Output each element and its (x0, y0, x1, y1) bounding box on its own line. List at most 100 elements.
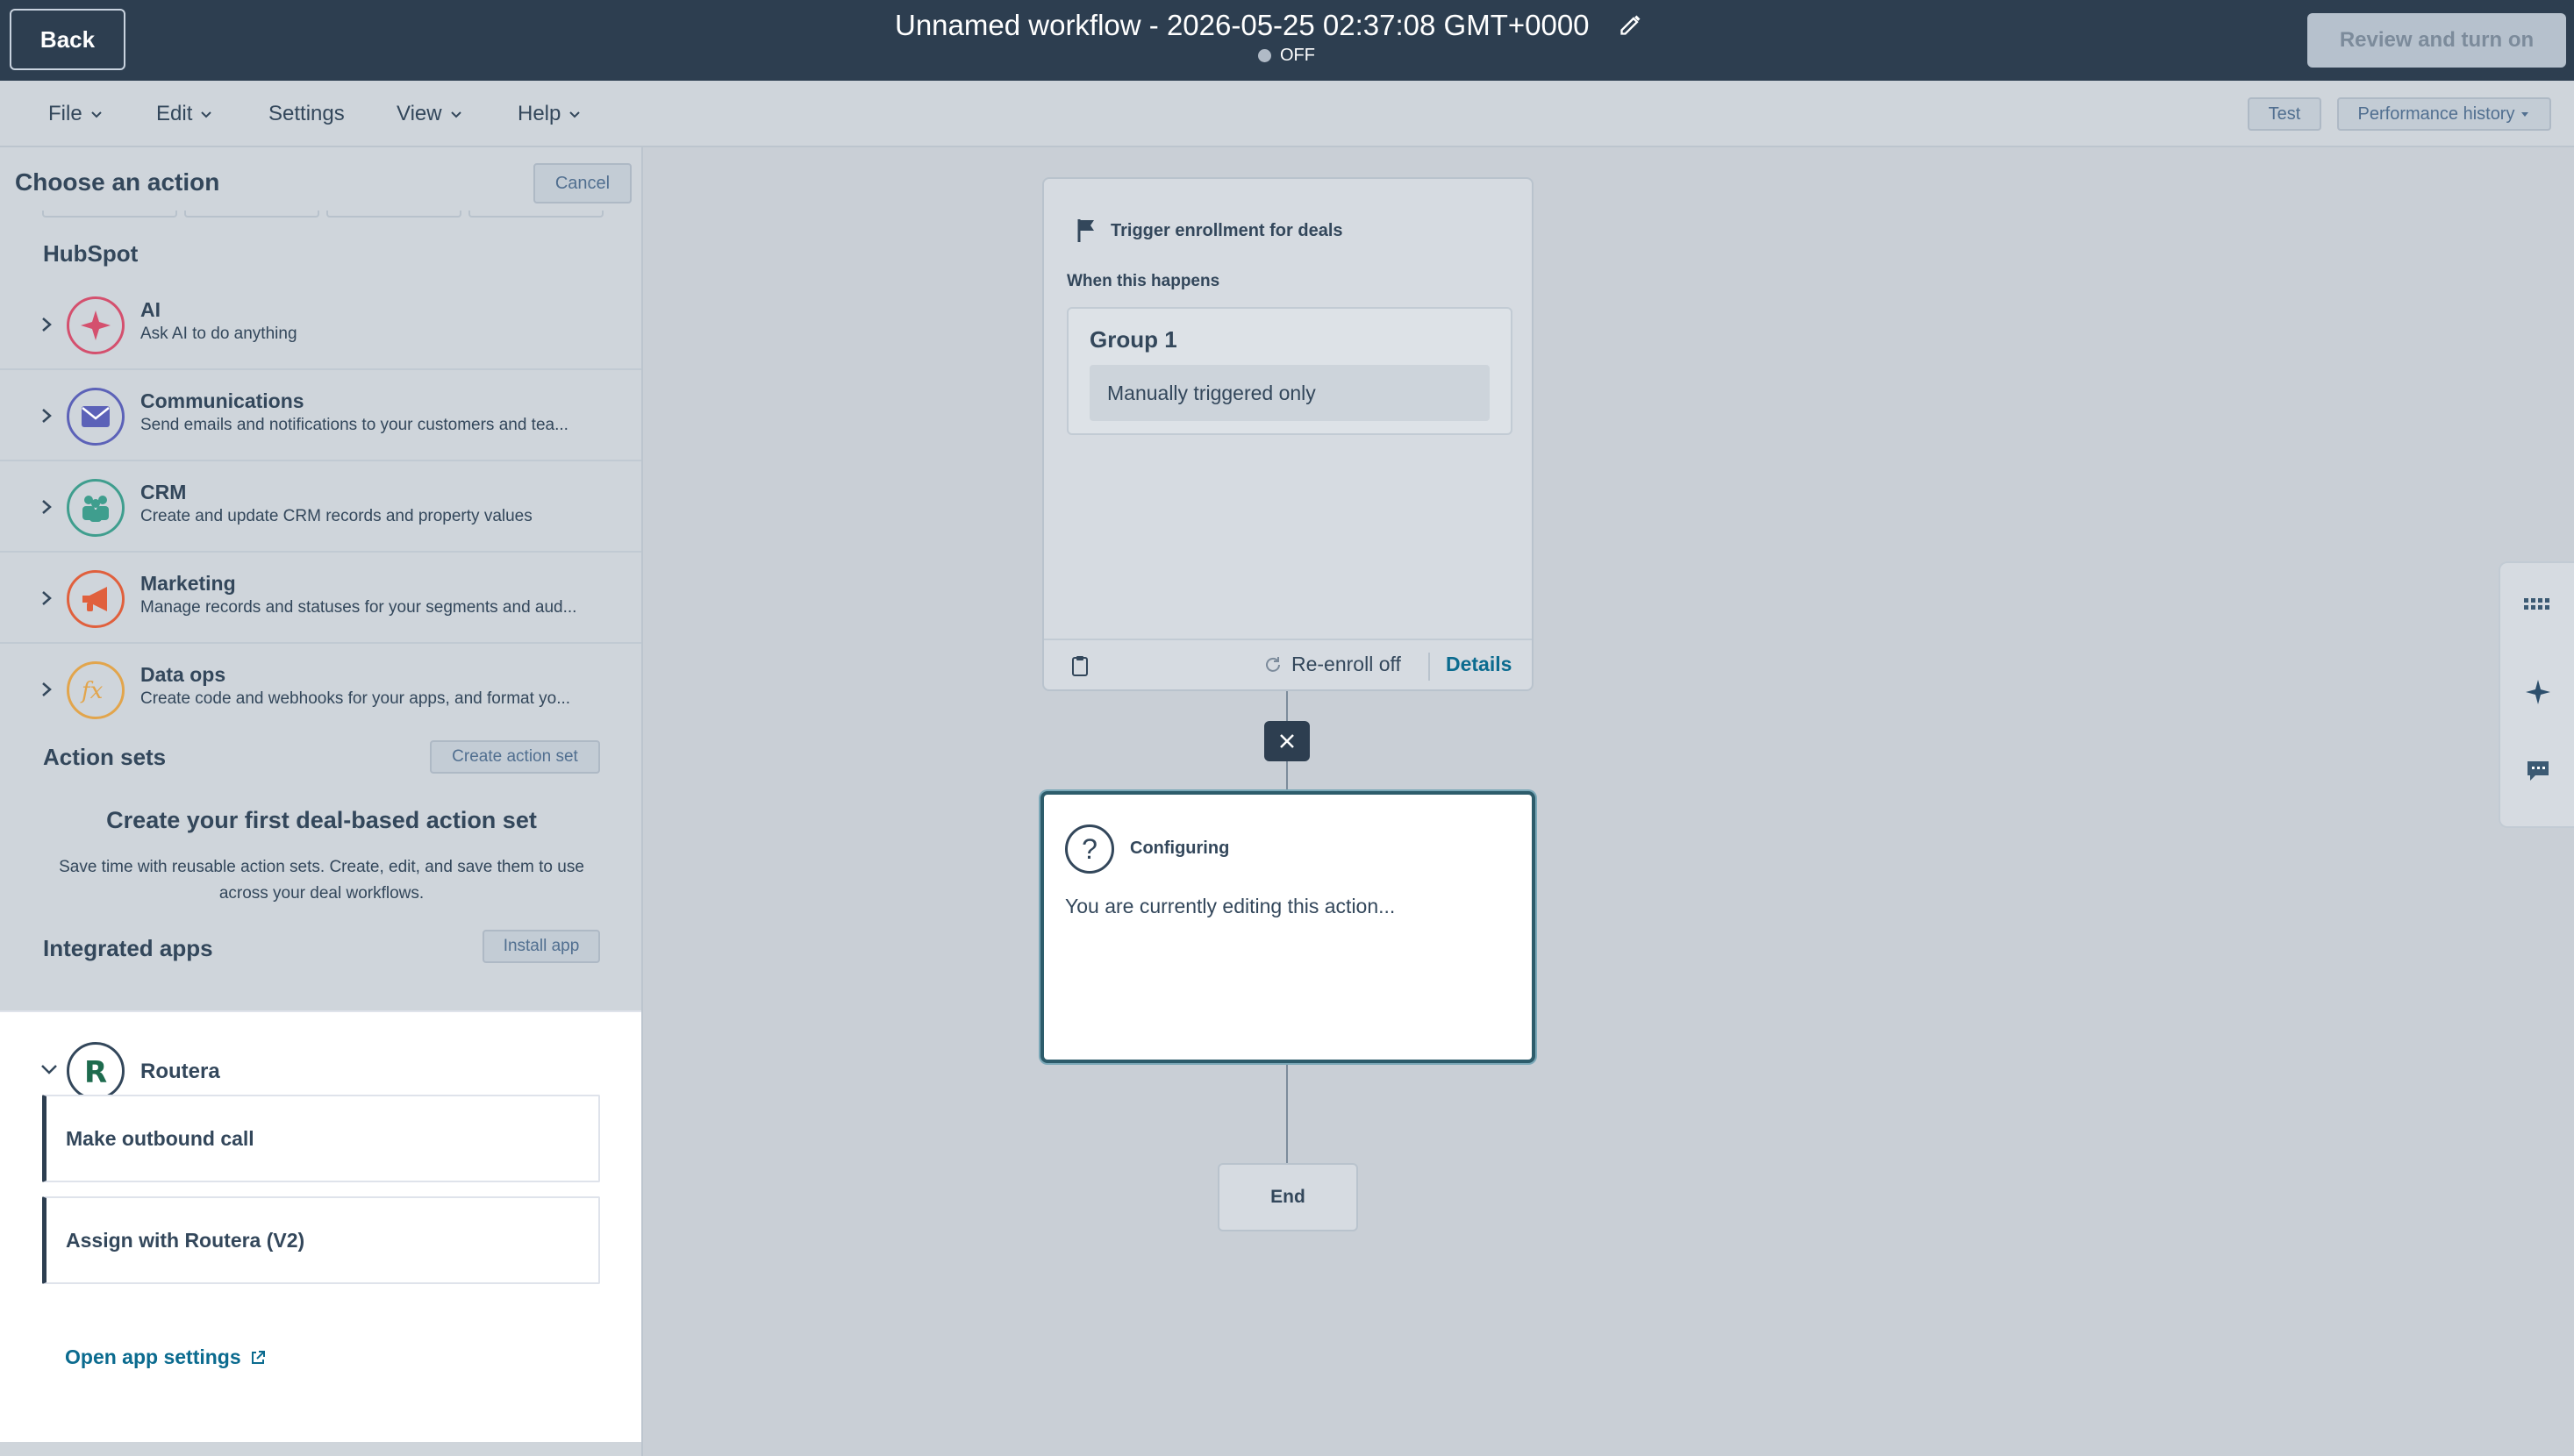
category-name: AI (140, 298, 161, 321)
integrated-app-routera: R Routera Make outbound call Assign with… (0, 1010, 641, 1442)
when-this-happens-label: When this happens (1067, 272, 1220, 290)
open-app-settings-label: Open app settings (65, 1345, 241, 1368)
category-ai[interactable]: AI Ask AI to do anything (0, 279, 641, 370)
status-dot-icon (1258, 49, 1271, 62)
status-label: OFF (1280, 46, 1315, 65)
right-tool-rail (2499, 561, 2574, 828)
category-communications[interactable]: Communications Send emails and notificat… (0, 370, 641, 461)
group-condition: Manually triggered only (1090, 365, 1490, 421)
chevron-down-icon[interactable] (39, 1061, 60, 1077)
re-enroll-label: Re-enroll off (1291, 653, 1401, 675)
trigger-title: Trigger enrollment for deals (1111, 220, 1343, 240)
svg-text:R: R (84, 1055, 107, 1088)
re-enroll-toggle[interactable]: Re-enroll off (1263, 653, 1401, 676)
category-name: Marketing (140, 572, 236, 595)
filter-tabs (42, 211, 604, 218)
menu-view[interactable]: View (397, 102, 463, 126)
category-crm[interactable]: CRM Create and update CRM records and pr… (0, 461, 641, 553)
menu-settings[interactable]: Settings (268, 102, 345, 126)
chevron-right-icon (42, 591, 52, 605)
integrated-apps-title: Integrated apps (43, 935, 213, 961)
chevron-right-icon (42, 500, 52, 514)
comment-icon[interactable] (2520, 753, 2556, 789)
filter-tab[interactable] (326, 211, 461, 218)
open-app-settings-link[interactable]: Open app settings (65, 1345, 266, 1369)
external-link-icon (251, 1350, 265, 1364)
end-node: End (1218, 1163, 1358, 1231)
make-outbound-call-action[interactable]: Make outbound call (42, 1095, 600, 1182)
menu-help[interactable]: Help (518, 102, 582, 126)
connector-line (1286, 761, 1288, 791)
ai-sparkle-icon[interactable] (2520, 674, 2556, 710)
details-link[interactable]: Details (1446, 653, 1512, 676)
action-sets-title: Action sets (43, 744, 167, 770)
footer-divider (1428, 653, 1430, 681)
trigger-footer: Re-enroll off Details (1044, 639, 1532, 691)
svg-text:fx: fx (80, 678, 104, 704)
clipboard-icon[interactable] (1070, 654, 1090, 677)
configuring-title: Configuring (1130, 839, 1230, 858)
keyboard-icon[interactable] (2520, 586, 2556, 623)
category-desc: Ask AI to do anything (140, 325, 297, 343)
chevron-down-icon (450, 111, 461, 118)
install-app-button[interactable]: Install app (483, 930, 600, 963)
performance-history-label: Performance history (2357, 103, 2515, 124)
megaphone-icon (67, 570, 125, 628)
connector-line (1286, 691, 1288, 721)
filter-tab[interactable] (42, 211, 177, 218)
chevron-right-icon (42, 318, 52, 332)
app-name: Routera (140, 1060, 220, 1083)
menu-file-label: File (48, 102, 82, 125)
sparkle-icon (67, 296, 125, 354)
refresh-icon (1266, 656, 1280, 672)
caret-down-icon (2521, 112, 2529, 117)
back-button[interactable]: Back (10, 9, 125, 70)
test-button[interactable]: Test (2248, 97, 2321, 131)
workflow-title: Unnamed workflow - 2026-05-25 02:37:08 G… (895, 9, 1590, 41)
panel-title: Choose an action (15, 168, 220, 196)
workflow-status: OFF (1258, 46, 1315, 66)
create-action-set-button[interactable]: Create action set (430, 740, 600, 774)
configuring-text: You are currently editing this action... (1065, 895, 1396, 917)
category-desc: Send emails and notifications to your cu… (140, 416, 568, 434)
chevron-down-icon (569, 111, 581, 118)
connector-line (1286, 1063, 1288, 1163)
menu-edit-label: Edit (156, 102, 193, 125)
menu-edit[interactable]: Edit (156, 102, 213, 126)
trigger-header: Trigger enrollment for deals (1076, 218, 1343, 244)
menu-file[interactable]: File (48, 102, 104, 126)
menu-help-label: Help (518, 102, 561, 125)
assign-with-routera-action[interactable]: Assign with Routera (V2) (42, 1196, 600, 1284)
category-name: Communications (140, 389, 304, 412)
chevron-down-icon (201, 111, 212, 118)
category-desc: Manage records and statuses for your seg… (140, 598, 577, 617)
filter-tab[interactable] (468, 211, 604, 218)
envelope-icon (67, 388, 125, 446)
menu-bar: File Edit Settings View Help Test Perfor… (0, 81, 2574, 147)
category-name: CRM (140, 481, 187, 503)
category-marketing[interactable]: Marketing Manage records and statuses fo… (0, 553, 641, 644)
category-name: Data ops (140, 663, 226, 686)
pencil-icon[interactable] (1619, 12, 1643, 37)
choose-action-panel: Choose an action Cancel HubSpot AI Ask A… (0, 147, 643, 1456)
people-icon (67, 479, 125, 537)
question-icon: ? (1065, 824, 1114, 874)
filter-tab[interactable] (184, 211, 319, 218)
cancel-button[interactable]: Cancel (533, 163, 632, 203)
performance-history-button[interactable]: Performance history (2337, 97, 2551, 131)
configuring-action-card[interactable]: ? Configuring You are currently editing … (1040, 791, 1535, 1063)
chevron-down-icon (90, 111, 102, 118)
flag-icon (1077, 219, 1094, 242)
trigger-group[interactable]: Group 1 Manually triggered only (1067, 307, 1512, 435)
category-data-ops[interactable]: fx Data ops Create code and webhooks for… (0, 644, 641, 735)
trigger-card[interactable]: Trigger enrollment for deals When this h… (1042, 177, 1534, 691)
top-header: Back Unnamed workflow - 2026-05-25 02:37… (0, 0, 2574, 81)
menu-view-label: View (397, 102, 442, 125)
category-desc: Create code and webhooks for your apps, … (140, 689, 571, 708)
chevron-right-icon (42, 409, 52, 423)
close-icon[interactable] (1264, 721, 1310, 761)
review-and-turn-on-button[interactable]: Review and turn on (2307, 13, 2566, 68)
group-title: Group 1 (1090, 326, 1177, 353)
routera-logo-icon: R (67, 1042, 125, 1100)
chevron-right-icon (42, 682, 52, 696)
